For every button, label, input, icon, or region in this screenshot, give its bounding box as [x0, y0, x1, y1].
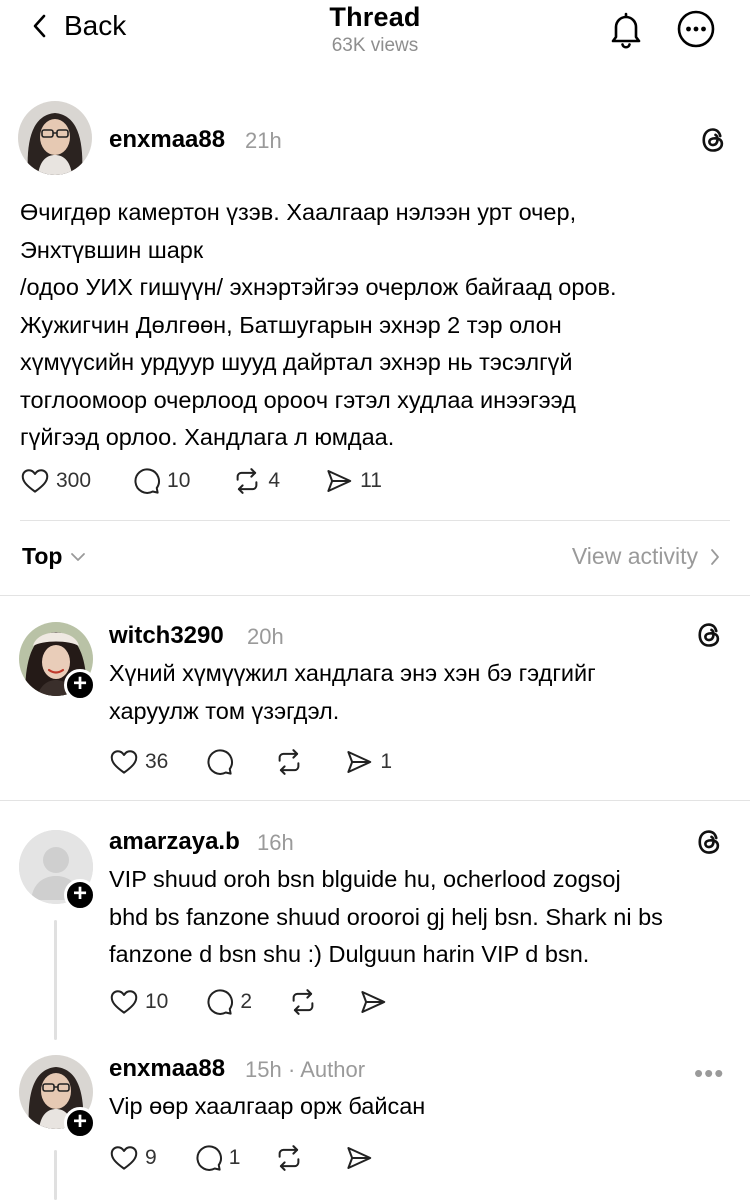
divider	[20, 520, 730, 521]
share-button[interactable]	[358, 987, 388, 1017]
share-button[interactable]: 11	[324, 466, 382, 496]
comment-icon	[204, 747, 234, 777]
heart-icon	[109, 747, 139, 777]
reply-username[interactable]: enxmaa88	[109, 1055, 225, 1083]
comment-icon	[204, 987, 234, 1017]
comment-count: 2	[240, 990, 253, 1013]
post-body-line: тоглоомоор очерлоод ороoч гэтэл худлаа и…	[20, 386, 576, 413]
like-button[interactable]: 9	[109, 1143, 157, 1173]
post-body-line: Жужигчин Дөлгөөн, Батшугарын эхнэр 2 тэр…	[20, 311, 562, 338]
reply-body-line: Vip өөр хаалгаар орж байсан	[109, 1093, 426, 1119]
comment-count: 10	[167, 469, 191, 492]
reply-body-line: VIP shuud oroh bsn blguide hu, ocherlood…	[109, 866, 621, 892]
follow-button[interactable]: +	[64, 669, 96, 701]
share-button[interactable]: 1	[344, 747, 392, 777]
reply-body-line: fanzone d bsn shu :) Dulguun harin VIP d…	[109, 941, 590, 967]
send-icon	[344, 747, 374, 777]
repost-icon	[288, 987, 318, 1017]
like-count: 9	[145, 1146, 157, 1169]
comment-button[interactable]	[204, 747, 234, 777]
send-icon	[344, 1143, 374, 1173]
post-body-line: Энхтүвшин шарк	[20, 236, 204, 263]
like-button[interactable]: 300	[20, 466, 91, 496]
post-body-line: хүмүүсийн урдуур шууд дайртал эхнэр нь т…	[20, 349, 573, 375]
more-options-icon[interactable]	[676, 9, 716, 49]
post-body-line: /одоо УИХ гишүүн/ эхнэртэйгээ очерлож ба…	[20, 274, 617, 300]
send-icon	[358, 987, 388, 1017]
comment-count: 1	[228, 1146, 241, 1169]
divider	[0, 595, 750, 596]
reply-time: 16h	[257, 830, 294, 855]
reply-time: 20h	[247, 624, 284, 649]
repost-button[interactable]	[274, 1143, 304, 1173]
sort-label: Top	[22, 543, 63, 569]
post-actions: 300 10 4 11	[20, 466, 382, 496]
reply-body-line: харуулж том үзэгдэл.	[109, 697, 340, 724]
threads-logo-icon[interactable]	[694, 620, 724, 650]
reply-body-line: Хүний хүмүүжил хандлага энэ хэн бэ гэдги…	[109, 660, 596, 686]
reply-body-line: bhd bs fanzone shuud orooroi gj helj bsn…	[109, 903, 663, 930]
reply-actions: 9 1	[109, 1143, 374, 1173]
top-bar: Back Thread 63K views	[0, 0, 750, 70]
repost-button[interactable]	[288, 987, 318, 1017]
repost-count: 4	[268, 469, 281, 492]
divider	[0, 800, 750, 801]
repost-icon	[274, 1143, 304, 1173]
sort-dropdown[interactable]: Top	[22, 543, 86, 570]
share-count: 1	[380, 750, 393, 773]
view-activity-link[interactable]: View activity	[572, 543, 720, 570]
like-button[interactable]: 36	[109, 747, 168, 777]
like-count: 300	[56, 469, 92, 492]
heart-icon	[20, 466, 50, 496]
share-count: 11	[360, 469, 382, 492]
comment-button[interactable]: 10	[131, 466, 190, 496]
thread-connector-line	[54, 920, 57, 1040]
post-body-line: гүйгээд орлоо. Хандлага л юмдаа.	[20, 424, 395, 450]
heart-icon	[109, 1143, 139, 1173]
like-count: 10	[145, 990, 169, 1013]
chevron-down-icon	[71, 552, 86, 561]
post-username[interactable]: enxmaa88	[109, 126, 225, 154]
threads-logo-icon[interactable]	[698, 125, 728, 155]
comment-icon	[131, 466, 161, 496]
reply-time: 15h	[245, 1057, 282, 1082]
repost-button[interactable]: 4	[232, 466, 280, 496]
reply-body: Vip өөр хаалгаар орж байсан	[109, 1088, 425, 1126]
view-activity-label: View activity	[571, 543, 698, 569]
comment-button[interactable]: 2	[204, 987, 252, 1017]
comment-icon	[193, 1143, 223, 1173]
reply-username[interactable]: witch3290	[109, 622, 224, 650]
repost-button[interactable]	[274, 747, 304, 777]
reply-actions: 10 2	[109, 987, 388, 1017]
reply-username[interactable]: amarzaya.b	[109, 828, 240, 856]
reply-actions: 36 1	[109, 747, 392, 777]
comment-button[interactable]: 1	[193, 1143, 241, 1173]
repost-icon	[232, 466, 262, 496]
repost-icon	[274, 747, 304, 777]
like-button[interactable]: 10	[109, 987, 168, 1017]
follow-button[interactable]: +	[64, 1107, 96, 1139]
bell-icon[interactable]	[606, 10, 646, 50]
heart-icon	[109, 987, 139, 1017]
send-icon	[324, 466, 354, 496]
post-body-line: Өчигдөр камертон үзэв. Хаалгаар нэлээн у…	[20, 199, 577, 225]
threads-logo-icon[interactable]	[694, 827, 724, 857]
reply-body: Хүний хүмүүжил хандлага энэ хэн бэ гэдги…	[109, 655, 596, 730]
avatar[interactable]	[18, 101, 92, 175]
more-options-icon[interactable]: •••	[694, 1058, 724, 1089]
like-count: 36	[145, 750, 169, 773]
avatar-photo	[18, 101, 92, 175]
post-body: Өчигдөр камертон үзэв. Хаалгаар нэлээн у…	[20, 194, 735, 457]
chevron-right-icon	[711, 548, 719, 565]
share-button[interactable]	[344, 1143, 374, 1173]
author-tag: · Author	[288, 1057, 366, 1082]
reply-body: VIP shuud oroh bsn blguide hu, ocherlood…	[109, 861, 663, 974]
post-time: 21h	[245, 128, 282, 153]
thread-connector-line	[54, 1150, 57, 1200]
follow-button[interactable]: +	[64, 879, 96, 911]
